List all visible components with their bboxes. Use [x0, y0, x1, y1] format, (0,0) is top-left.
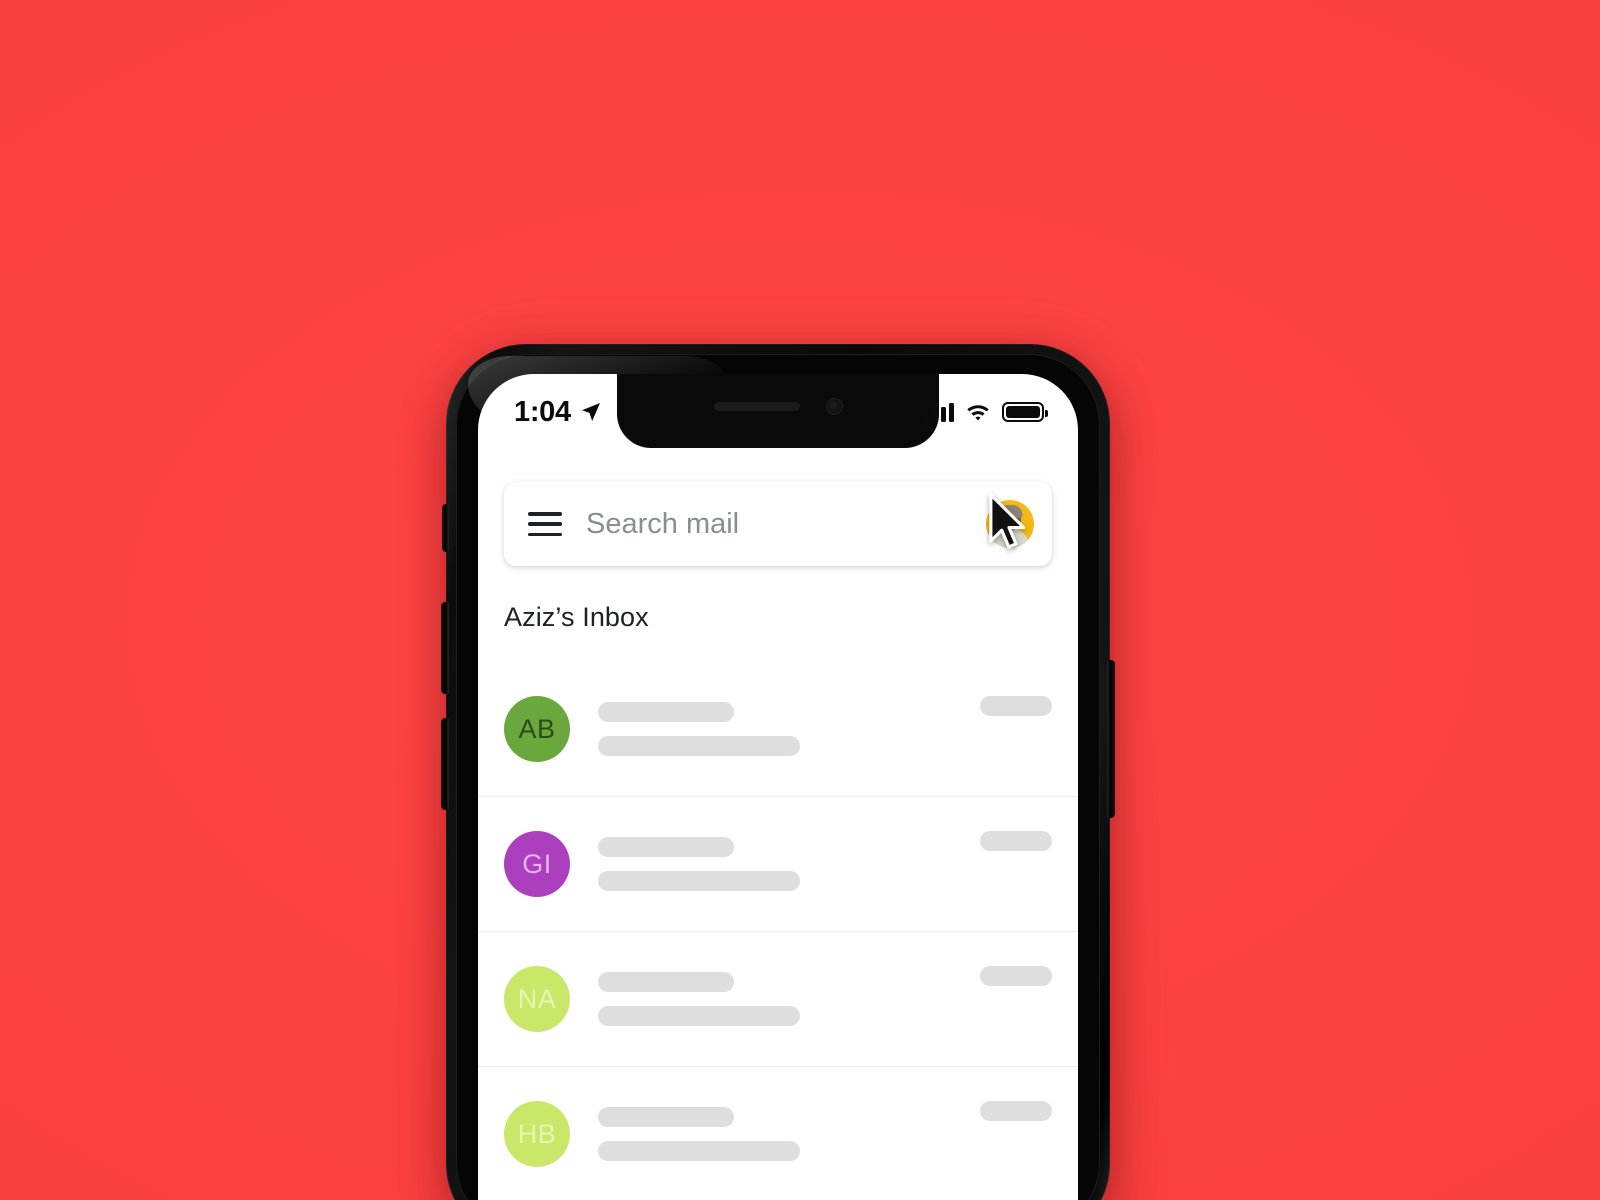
table-row[interactable]: NA	[478, 932, 1078, 1067]
inbox-title: Aziz’s Inbox	[504, 602, 649, 632]
search-input[interactable]	[586, 507, 986, 541]
avatar-hair	[997, 505, 1023, 518]
volume-down-button[interactable]	[441, 718, 449, 810]
cellular-signal-icon	[925, 402, 954, 422]
preview-skeleton	[598, 871, 800, 891]
preview-skeleton	[598, 736, 800, 756]
sender-avatar: HB	[504, 1101, 570, 1167]
volume-up-button[interactable]	[441, 602, 449, 694]
row-content-placeholder	[598, 837, 980, 891]
subject-skeleton	[598, 972, 734, 992]
battery-icon	[1002, 402, 1048, 422]
row-content-placeholder	[598, 702, 980, 756]
sender-avatar: AB	[504, 696, 570, 762]
timestamp-skeleton	[980, 1101, 1052, 1121]
preview-skeleton	[598, 1141, 800, 1161]
power-button[interactable]	[1107, 660, 1115, 818]
search-bar[interactable]	[504, 482, 1052, 566]
row-content-placeholder	[598, 972, 980, 1026]
subject-skeleton	[598, 837, 734, 857]
sender-avatar: NA	[504, 966, 570, 1032]
status-bar-right	[925, 402, 1048, 422]
status-bar: 1:04	[478, 374, 1078, 448]
mail-list: AB GI NA HB	[478, 662, 1078, 1200]
phone-screen: 1:04 Search mail Aziz’s Inbox AB GI NA H…	[478, 374, 1078, 1200]
table-row[interactable]: HB	[478, 1067, 1078, 1200]
account-avatar[interactable]	[986, 500, 1034, 548]
subject-skeleton	[598, 702, 734, 722]
status-time: 1:04	[514, 395, 571, 428]
preview-skeleton	[598, 1006, 800, 1026]
subject-skeleton	[598, 1107, 734, 1127]
wifi-icon	[967, 405, 989, 421]
timestamp-skeleton	[980, 966, 1052, 986]
timestamp-skeleton	[980, 696, 1052, 716]
mute-switch[interactable]	[442, 504, 449, 552]
table-row[interactable]: AB	[478, 662, 1078, 797]
status-bar-left: 1:04	[514, 396, 603, 429]
battery-fill	[1006, 406, 1040, 418]
hamburger-menu-icon[interactable]	[528, 512, 562, 536]
row-content-placeholder	[598, 1107, 980, 1161]
timestamp-skeleton	[980, 831, 1052, 851]
table-row[interactable]: GI	[478, 797, 1078, 932]
sender-avatar: GI	[504, 831, 570, 897]
phone-frame: 1:04 Search mail Aziz’s Inbox AB GI NA H…	[441, 344, 1115, 1200]
location-arrow-icon	[581, 403, 600, 421]
avatar-body	[991, 528, 1029, 548]
